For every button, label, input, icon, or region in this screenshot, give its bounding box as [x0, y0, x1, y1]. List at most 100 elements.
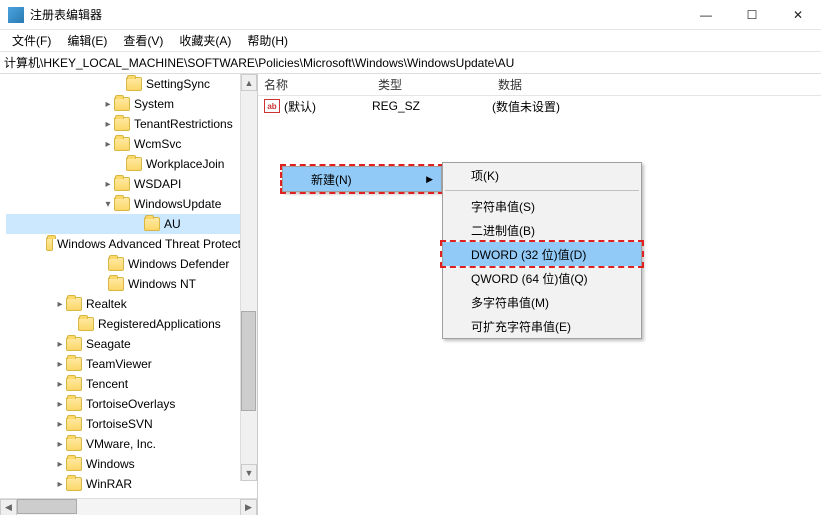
folder-icon — [78, 317, 94, 331]
tree-scroll[interactable]: SettingSync ▸ System ▸TenantRestrictions▸Wc… — [0, 74, 257, 498]
tree-item-label: Realtek — [86, 297, 127, 311]
value-data: (数值未设置) — [492, 98, 821, 115]
tree-item[interactable]: ▸TortoiseSVN — [6, 414, 257, 434]
folder-icon — [66, 397, 82, 411]
tree-item[interactable]: Windows Advanced Threat Protection — [6, 234, 257, 254]
tree-item[interactable]: ▸ Realtek — [6, 294, 257, 314]
tree-expander-icon[interactable]: ▾ — [102, 199, 114, 210]
tree-expander-icon[interactable]: ▸ — [102, 119, 114, 130]
scroll-track[interactable] — [241, 91, 257, 464]
tree-expander-icon[interactable]: ▸ — [54, 379, 66, 390]
tree-item[interactable]: WorkplaceJoin — [6, 154, 257, 174]
tree-expander-icon[interactable]: ▸ — [102, 179, 114, 190]
menu-help[interactable]: 帮助(H) — [239, 30, 296, 51]
folder-icon — [114, 97, 130, 111]
menu-item-label: 多字符串值(M) — [471, 294, 549, 311]
list-row[interactable]: ab(默认)REG_SZ(数值未设置) — [258, 96, 821, 116]
list-header: 名称 类型 数据 — [258, 74, 821, 96]
menu-item-expandstring[interactable]: 可扩充字符串值(E) — [443, 314, 641, 338]
folder-icon — [114, 197, 130, 211]
menu-item-qword[interactable]: QWORD (64 位)值(Q) — [443, 266, 641, 290]
menu-favorites[interactable]: 收藏夹(A) — [171, 30, 239, 51]
tree-expander-icon[interactable]: ▸ — [54, 479, 66, 490]
value-type: REG_SZ — [372, 99, 492, 113]
tree-expander-icon[interactable]: ▸ — [54, 299, 66, 310]
tree-item[interactable]: ▸TortoiseOverlays — [6, 394, 257, 414]
folder-icon — [66, 437, 82, 451]
list-pane: 名称 类型 数据 ab(默认)REG_SZ(数值未设置) 新建(N) ▶ 项(K… — [258, 74, 821, 515]
tree-item-label: Windows NT — [128, 277, 196, 291]
menu-item-new[interactable]: 新建(N) ▶ — [283, 167, 441, 191]
scroll-thumb[interactable] — [241, 311, 256, 411]
tree-pane: SettingSync ▸ System ▸TenantRestrictions▸Wc… — [0, 74, 258, 515]
tree-item[interactable]: ▸VMware, Inc. — [6, 434, 257, 454]
tree-item[interactable]: ▾WindowsUpdate — [6, 194, 257, 214]
tree-item[interactable]: ▸ System — [6, 94, 257, 114]
context-menu-new: 新建(N) ▶ — [282, 166, 442, 192]
menu-item-label: 二进制值(B) — [471, 222, 535, 239]
tree-item-label: Windows Defender — [128, 257, 229, 271]
column-header-data[interactable]: 数据 — [492, 76, 821, 93]
folder-icon — [114, 177, 130, 191]
menu-view[interactable]: 查看(V) — [115, 30, 171, 51]
scroll-thumb-h[interactable] — [17, 499, 77, 514]
tree-item[interactable]: ▸ Windows — [6, 454, 257, 474]
scroll-left-arrow-icon[interactable]: ◀ — [0, 499, 17, 515]
folder-icon — [114, 137, 130, 151]
menubar: 文件(F) 编辑(E) 查看(V) 收藏夹(A) 帮助(H) — [0, 30, 821, 52]
menu-edit[interactable]: 编辑(E) — [59, 30, 115, 51]
menu-item-multistring[interactable]: 多字符串值(M) — [443, 290, 641, 314]
column-header-name[interactable]: 名称 — [258, 76, 372, 93]
tree-item[interactable]: Windows Defender — [6, 254, 257, 274]
tree-expander-icon[interactable]: ▸ — [54, 439, 66, 450]
tree-item-label: SettingSync — [146, 77, 210, 91]
menu-item-string[interactable]: 字符串值(S) — [443, 194, 641, 218]
column-header-type[interactable]: 类型 — [372, 76, 492, 93]
tree-item[interactable]: ▸TeamViewer — [6, 354, 257, 374]
folder-icon — [114, 117, 130, 131]
folder-icon — [108, 277, 124, 291]
tree-item[interactable]: SettingSync — [6, 74, 257, 94]
tree-item[interactable]: ▸ WinRAR — [6, 474, 257, 494]
tree-item[interactable]: AU — [6, 214, 257, 234]
maximize-button[interactable]: ☐ — [729, 0, 775, 30]
tree-expander-icon[interactable]: ▸ — [102, 139, 114, 150]
scroll-track-h[interactable] — [17, 499, 240, 515]
tree-expander-icon[interactable]: ▸ — [54, 359, 66, 370]
context-submenu-new: 项(K) 字符串值(S) 二进制值(B) DWORD (32 位)值(D) QW… — [442, 162, 642, 339]
folder-icon — [66, 417, 82, 431]
menu-item-binary[interactable]: 二进制值(B) — [443, 218, 641, 242]
tree-item[interactable]: Windows NT — [6, 274, 257, 294]
window-titlebar: 注册表编辑器 — ☐ ✕ — [0, 0, 821, 30]
tree-item-label: System — [134, 97, 174, 111]
tree-expander-icon[interactable]: ▸ — [54, 459, 66, 470]
tree-item[interactable]: ▸WcmSvc — [6, 134, 257, 154]
tree-expander-icon[interactable]: ▸ — [54, 399, 66, 410]
tree-item-label: WorkplaceJoin — [146, 157, 224, 171]
tree-item[interactable]: ▸TenantRestrictions — [6, 114, 257, 134]
scroll-right-arrow-icon[interactable]: ▶ — [240, 499, 257, 515]
tree-item[interactable]: ▸ Tencent — [6, 374, 257, 394]
menu-item-key[interactable]: 项(K) — [443, 163, 641, 187]
minimize-button[interactable]: — — [683, 0, 729, 30]
tree-expander-icon[interactable]: ▸ — [54, 339, 66, 350]
tree-item-label: Seagate — [86, 337, 131, 351]
scroll-up-arrow-icon[interactable]: ▲ — [241, 74, 257, 91]
tree-item-label: Tencent — [86, 377, 128, 391]
tree-item[interactable]: RegisteredApplications — [6, 314, 257, 334]
address-bar[interactable]: 计算机\HKEY_LOCAL_MACHINE\SOFTWARE\Policies… — [0, 52, 821, 74]
tree-item[interactable]: ▸WSDAPI — [6, 174, 257, 194]
folder-icon — [66, 477, 82, 491]
folder-icon — [126, 157, 142, 171]
scroll-down-arrow-icon[interactable]: ▼ — [241, 464, 257, 481]
tree-horizontal-scrollbar[interactable]: ◀ ▶ — [0, 498, 257, 515]
tree-vertical-scrollbar[interactable]: ▲ ▼ — [240, 74, 257, 481]
menu-file[interactable]: 文件(F) — [4, 30, 59, 51]
menu-item-dword[interactable]: DWORD (32 位)值(D) — [443, 242, 641, 266]
tree-item-label: WinRAR — [86, 477, 132, 491]
tree-expander-icon[interactable]: ▸ — [102, 99, 114, 110]
close-button[interactable]: ✕ — [775, 0, 821, 30]
tree-item-label: Windows — [86, 457, 135, 471]
tree-item[interactable]: ▸ Seagate — [6, 334, 257, 354]
tree-expander-icon[interactable]: ▸ — [54, 419, 66, 430]
